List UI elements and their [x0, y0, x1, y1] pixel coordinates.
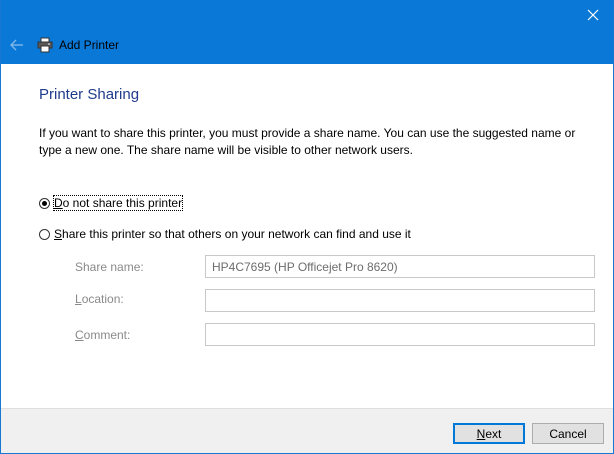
label-text: o not share this printer [62, 196, 183, 210]
radio-share-printer[interactable]: Share this printer so that others on you… [39, 226, 411, 242]
wizard-footer: Next Cancel [1, 408, 613, 453]
share-name-input[interactable] [205, 255, 595, 278]
add-printer-window: Add Printer Printer Sharing If you want … [0, 0, 614, 454]
title-bar: Add Printer [1, 0, 613, 64]
radio-share-printer-button[interactable] [39, 228, 50, 240]
accelerator-key: S [54, 227, 63, 241]
printer-icon [37, 37, 53, 53]
location-input[interactable] [205, 289, 595, 312]
radio-do-not-share[interactable]: Do not share this printer [39, 195, 184, 211]
page-description: If you want to share this printer, you m… [39, 126, 576, 157]
accelerator-key: L [75, 292, 82, 306]
window-title: Add Printer [59, 38, 120, 52]
back-arrow-icon [10, 39, 23, 51]
close-button[interactable] [581, 4, 605, 26]
radio-share-printer-label[interactable]: Share this printer so that others on you… [54, 227, 411, 241]
back-button[interactable] [7, 37, 27, 53]
location-label: Location: [75, 292, 124, 306]
cancel-button[interactable]: Cancel [532, 423, 604, 444]
accelerator-key: N [476, 426, 486, 441]
comment-input[interactable] [205, 323, 595, 346]
button-label: ext [485, 426, 502, 441]
next-button[interactable]: Next [453, 423, 525, 444]
close-icon [587, 9, 599, 21]
wizard-content: Printer Sharing If you want to share thi… [1, 64, 613, 408]
share-name-label: Share name: [75, 260, 144, 274]
label-text: omment: [83, 328, 131, 342]
label-text: ocation: [81, 292, 124, 306]
radio-do-not-share-label[interactable]: Do not share this printer [52, 195, 184, 211]
accelerator-key: C [75, 328, 84, 342]
page-title: Printer Sharing [39, 86, 140, 103]
accelerator-key: D [54, 196, 63, 210]
label-text: hare this printer so that others on your… [62, 227, 411, 241]
radio-do-not-share-button[interactable] [39, 197, 50, 209]
comment-label: Comment: [75, 328, 130, 342]
